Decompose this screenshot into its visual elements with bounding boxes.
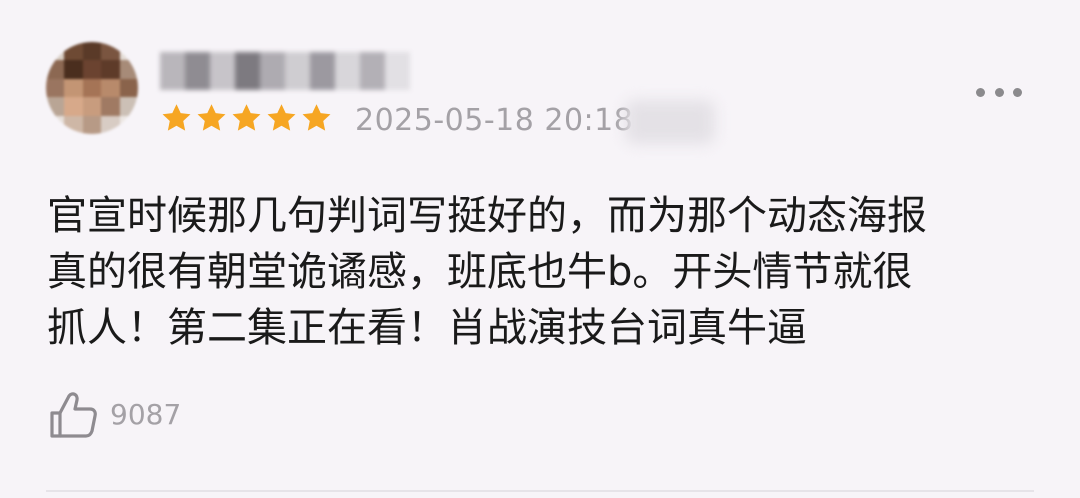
like-button[interactable]: 9087 (46, 388, 181, 442)
star-icon (195, 102, 228, 135)
like-count: 9087 (110, 398, 182, 431)
comment-card: 2025-05-18 20:18 官宣时候那几句判词写挺好的，而为那个动态海报 … (0, 0, 1080, 498)
star-icon (265, 102, 298, 135)
more-dots-icon (976, 87, 985, 97)
star-icon (230, 102, 263, 135)
comment-line: 真的很有朝堂诡谲感，班底也牛b。开头情节就很 (47, 249, 913, 295)
star-rating (160, 102, 333, 135)
star-icon (160, 102, 193, 135)
thumbs-up-icon[interactable] (46, 388, 100, 442)
comment-line: 官宣时候那几句判词写挺好的，而为那个动态海报 (47, 193, 927, 239)
timestamp: 2025-05-18 20:18 (355, 103, 634, 138)
comment-line: 抓人！第二集正在看！肖战演技台词真牛逼 (47, 305, 807, 351)
star-icon (300, 102, 333, 135)
username[interactable] (160, 52, 410, 90)
more-dots-icon (1013, 87, 1022, 97)
location-label (625, 100, 715, 144)
divider (46, 490, 1034, 492)
avatar[interactable] (46, 42, 138, 134)
comment-text: 官宣时候那几句判词写挺好的，而为那个动态海报 真的很有朝堂诡谲感，班底也牛b。开… (47, 188, 1047, 356)
more-options-button[interactable] (976, 82, 1022, 102)
more-dots-icon (994, 87, 1004, 97)
